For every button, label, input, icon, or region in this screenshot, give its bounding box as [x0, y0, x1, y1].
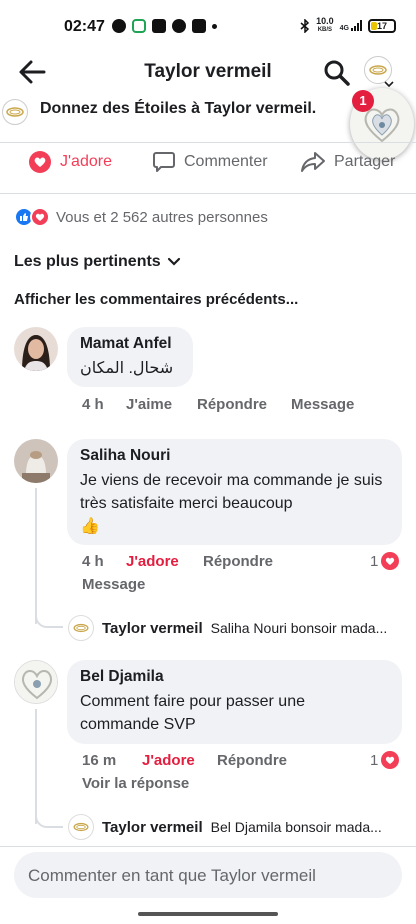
- comment-bubble[interactable]: Mamat Anfel شحال. المكان: [67, 327, 193, 387]
- logo-icon: [73, 623, 89, 633]
- app-notification-icon: [152, 19, 166, 33]
- logo-icon: [73, 822, 89, 832]
- love-reaction-icon: [30, 207, 50, 227]
- reactions-count-text: Vous et 2 562 autres personnes: [56, 208, 268, 226]
- comment-emoji: 👍: [80, 518, 100, 535]
- avatar[interactable]: [14, 439, 58, 483]
- message-button[interactable]: Message: [82, 576, 145, 593]
- more-notifications-dot: [212, 23, 217, 29]
- comment-time: 4 h: [82, 553, 104, 570]
- messenger-icon: [112, 19, 126, 33]
- chevron-down-icon: [167, 257, 180, 266]
- see-reply-link[interactable]: Voir la réponse: [82, 775, 189, 792]
- status-system-icons: 10.0 KB/S 4G 17: [300, 17, 396, 35]
- divider: [0, 142, 416, 143]
- comment-author[interactable]: Mamat Anfel: [80, 335, 180, 353]
- pinterest-icon: [172, 19, 186, 33]
- give-stars-prompt[interactable]: Donnez des Étoiles à Taylor vermeil.: [40, 100, 316, 118]
- reaction-count[interactable]: 1: [370, 552, 400, 570]
- reply-preview[interactable]: Taylor vermeil Bel Djamila bonsoir mada.…: [68, 814, 382, 840]
- net-speed-value: 10.0: [316, 16, 334, 26]
- reactions-summary[interactable]: Vous et 2 562 autres personnes: [14, 207, 268, 227]
- comment-text: شحال. المكان: [80, 360, 174, 377]
- show-previous-comments[interactable]: Afficher les commentaires précédents...: [14, 291, 298, 308]
- reply-preview[interactable]: Taylor vermeil Saliha Nouri bonsoir mada…: [68, 615, 387, 641]
- love-button[interactable]: J'adore: [28, 150, 112, 174]
- love-comment-button[interactable]: J'adore: [142, 752, 195, 769]
- comment-author[interactable]: Saliha Nouri: [80, 447, 389, 465]
- logo-icon: [6, 107, 24, 117]
- battery-level: 17: [376, 21, 387, 31]
- chevron-down-icon: [384, 81, 394, 88]
- sort-dropdown[interactable]: Les plus pertinents: [14, 253, 181, 271]
- status-time: 02:47: [64, 18, 105, 35]
- reply-connector: [35, 602, 63, 628]
- reply-button[interactable]: Répondre: [217, 752, 287, 769]
- app-notification-icon: [132, 19, 146, 33]
- reply-button[interactable]: Répondre: [197, 396, 267, 413]
- comment-icon: [153, 152, 175, 172]
- sort-label: Les plus pertinents: [14, 253, 161, 270]
- signal-icon: [351, 20, 362, 31]
- reply-connector: [35, 802, 63, 828]
- page-title: Taylor vermeil: [144, 61, 272, 82]
- comment-text: Comment faire pour passer une commande S…: [80, 693, 305, 733]
- share-icon: [301, 152, 325, 172]
- divider: [0, 193, 416, 194]
- comment-bubble[interactable]: Bel Djamila Comment faire pour passer un…: [67, 660, 402, 744]
- share-button[interactable]: Partager: [300, 150, 395, 174]
- reply-text: Saliha Nouri bonsoir mada...: [210, 620, 388, 636]
- logo-icon: [369, 65, 387, 75]
- reply-avatar: [68, 814, 94, 840]
- comment-button-label: Commenter: [184, 153, 268, 170]
- page-avatar: [2, 99, 28, 125]
- avatar[interactable]: [14, 327, 58, 371]
- user-photo-icon: [14, 327, 58, 371]
- comment-input[interactable]: Commenter en tant que Taylor vermeil: [14, 852, 402, 898]
- reaction-count-value: 1: [370, 552, 379, 570]
- home-indicator[interactable]: [138, 912, 278, 916]
- network-type: 4G: [339, 25, 349, 32]
- comment-time: 4 h: [82, 396, 104, 413]
- bluetooth-icon: [300, 19, 310, 33]
- message-button[interactable]: Message: [291, 396, 354, 413]
- divider: [0, 846, 416, 847]
- reply-text: Bel Djamila bonsoir mada...: [210, 819, 382, 835]
- avatar[interactable]: [14, 660, 58, 704]
- search-icon: [324, 60, 350, 86]
- comment-author[interactable]: Bel Djamila: [80, 668, 389, 686]
- status-notification-icons: [112, 19, 217, 33]
- comment-input-placeholder: Commenter en tant que Taylor vermeil: [28, 866, 316, 885]
- youtube-icon: [192, 19, 206, 33]
- reaction-count-value: 1: [370, 751, 379, 769]
- share-button-label: Partager: [334, 153, 396, 170]
- comment-time: 16 m: [82, 752, 117, 769]
- reaction-count[interactable]: 1: [370, 751, 400, 769]
- love-reaction-icon: [381, 552, 400, 570]
- love-reaction-icon: [29, 151, 51, 173]
- net-speed-unit: KB/S: [317, 27, 333, 33]
- profile-switcher[interactable]: [364, 56, 396, 90]
- user-photo-icon: [14, 439, 58, 483]
- reply-author: Taylor vermeil: [102, 619, 203, 637]
- reply-avatar: [68, 615, 94, 641]
- search-button[interactable]: [322, 58, 352, 88]
- love-comment-label: J'adore: [142, 752, 195, 769]
- comment-text: Je viens de recevoir ma commande je suis…: [80, 472, 383, 512]
- reply-button[interactable]: Répondre: [203, 553, 273, 570]
- heart-jewelry-icon: [15, 661, 57, 703]
- love-comment-label: J'adore: [126, 553, 179, 570]
- comment-bubble[interactable]: Saliha Nouri Je viens de recevoir ma com…: [67, 439, 402, 545]
- chat-head-badge: 1: [352, 90, 374, 112]
- love-comment-button[interactable]: J'adore: [126, 553, 179, 570]
- comment-button[interactable]: Commenter: [152, 150, 268, 174]
- love-button-label: J'adore: [60, 153, 112, 170]
- love-reaction-icon: [381, 751, 400, 769]
- battery-icon: 17: [368, 19, 396, 33]
- reply-author: Taylor vermeil: [102, 818, 203, 836]
- like-comment-button[interactable]: J'aime: [126, 396, 172, 413]
